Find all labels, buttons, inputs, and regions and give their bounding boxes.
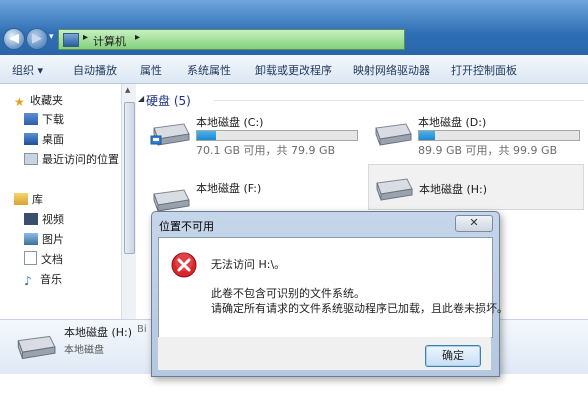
dialog-heading: 无法访问 H:\。 (211, 258, 286, 271)
nav-recent-places[interactable]: 最近访问的位置 (24, 151, 119, 169)
recent-places-icon (24, 153, 38, 165)
scroll-thumb[interactable] (124, 102, 135, 254)
ok-button[interactable]: 确定 (425, 345, 481, 367)
desktop-icon (24, 133, 38, 145)
drive-name: 本地磁盘 (H:) (419, 183, 488, 196)
group-divider (214, 100, 584, 101)
command-bar: 组织 ▾ 自动播放 属性 系统属性 卸载或更改程序 映射网络驱动器 打开控制面板 (0, 55, 588, 84)
pictures-icon (24, 233, 38, 245)
drive-usage-fill (419, 131, 435, 140)
nav-scrollbar[interactable]: ▲ (121, 84, 136, 319)
drive-capacity: 89.9 GB 可用，共 99.9 GB (418, 144, 558, 157)
nav-downloads[interactable]: 下载 (24, 111, 64, 129)
open-control-panel-button[interactable]: 打开控制面板 (451, 62, 517, 78)
breadcrumb-separator-icon: ▸ (83, 32, 89, 43)
nav-pictures[interactable]: 图片 (24, 231, 64, 249)
computer-icon (63, 33, 79, 47)
drive-name: 本地磁盘 (F:) (196, 182, 262, 195)
forward-arrow-icon[interactable]: ▶ (26, 28, 48, 50)
nav-music[interactable]: ♪ 音乐 (24, 271, 62, 289)
breadcrumb-separator-icon[interactable]: ▸ (135, 32, 140, 43)
drive-capacity: 70.1 GB 可用，共 79.9 GB (196, 144, 336, 157)
dialog-message-line2: 请确定所有请求的文件系统驱动程序已加载，且此卷未损坏。 (211, 302, 508, 315)
hard-drive-icon (375, 123, 412, 146)
system-properties-button[interactable]: 系统属性 (187, 62, 231, 78)
drive-usage-fill (197, 131, 217, 140)
properties-button[interactable]: 属性 (140, 62, 162, 78)
details-drive-type: 本地磁盘 (64, 345, 104, 356)
drive-usage-bar (418, 130, 580, 141)
video-icon (24, 213, 38, 225)
navigation-pane: ★ 收藏夹 下载 桌面 最近访问的位置 库 视频 图片 文档 ♪ 音乐 (0, 84, 121, 319)
dialog-footer: 确定 (158, 337, 491, 370)
drive-name: 本地磁盘 (D:) (418, 116, 487, 129)
error-x-icon (171, 252, 197, 278)
documents-icon (24, 251, 37, 265)
dialog-title: 位置不可用 (159, 220, 214, 233)
nav-videos[interactable]: 视频 (24, 211, 64, 229)
back-arrow-icon[interactable]: ◀ (3, 28, 25, 50)
group-title-hard-drives[interactable]: 硬盘 (5) (146, 92, 191, 109)
address-field[interactable]: ▸ 计算机 ▸ (58, 29, 405, 50)
drive-h[interactable]: 本地磁盘 (H:) (368, 164, 584, 210)
hard-drive-icon (150, 123, 190, 146)
drive-usage-bar (196, 130, 358, 141)
collapse-group-icon[interactable]: ◢ (138, 94, 144, 103)
downloads-folder-icon (24, 113, 38, 125)
drive-c[interactable]: 本地磁盘 (C:) 70.1 GB 可用，共 79.9 GB (146, 112, 360, 158)
library-icon (14, 193, 28, 205)
details-drive-name: 本地磁盘 (H:) (64, 326, 133, 339)
nav-documents[interactable]: 文档 (24, 251, 63, 269)
map-network-drive-button[interactable]: 映射网络驱动器 (353, 62, 430, 78)
address-bar-area: ◀ ▶ ▾ ▸ 计算机 ▸ (0, 0, 588, 55)
uninstall-program-button[interactable]: 卸载或更改程序 (255, 62, 332, 78)
dialog-close-button[interactable]: ✕ (455, 215, 493, 232)
star-icon: ★ (14, 95, 25, 109)
drive-name: 本地磁盘 (C:) (196, 116, 264, 129)
scroll-up-icon[interactable]: ▲ (125, 86, 130, 94)
breadcrumb-computer[interactable]: 计算机 (93, 33, 126, 49)
autoplay-button[interactable]: 自动播放 (73, 62, 117, 78)
recent-pages-dropdown-icon[interactable]: ▾ (49, 32, 54, 42)
nav-libraries[interactable]: 库 (14, 191, 43, 209)
nav-favorites[interactable]: ★ 收藏夹 (14, 92, 63, 110)
dialog-message-line1: 此卷不包含可识别的文件系统。 (211, 287, 365, 300)
nav-desktop[interactable]: 桌面 (24, 131, 64, 149)
details-extra: Bi (137, 324, 147, 335)
dialog-body: 无法访问 H:\。 此卷不包含可识别的文件系统。 请确定所有请求的文件系统驱动程… (158, 237, 508, 338)
hard-drive-icon (376, 178, 413, 201)
music-note-icon: ♪ (24, 274, 32, 288)
organize-button[interactable]: 组织 ▾ (12, 62, 43, 78)
hard-drive-icon (17, 335, 56, 360)
drive-d[interactable]: 本地磁盘 (D:) 89.9 GB 可用，共 99.9 GB (368, 112, 582, 158)
location-unavailable-dialog: 位置不可用 ✕ 无法访问 H:\。 此卷不包含可识别的文件系统。 请确定所有请求… (151, 211, 508, 377)
